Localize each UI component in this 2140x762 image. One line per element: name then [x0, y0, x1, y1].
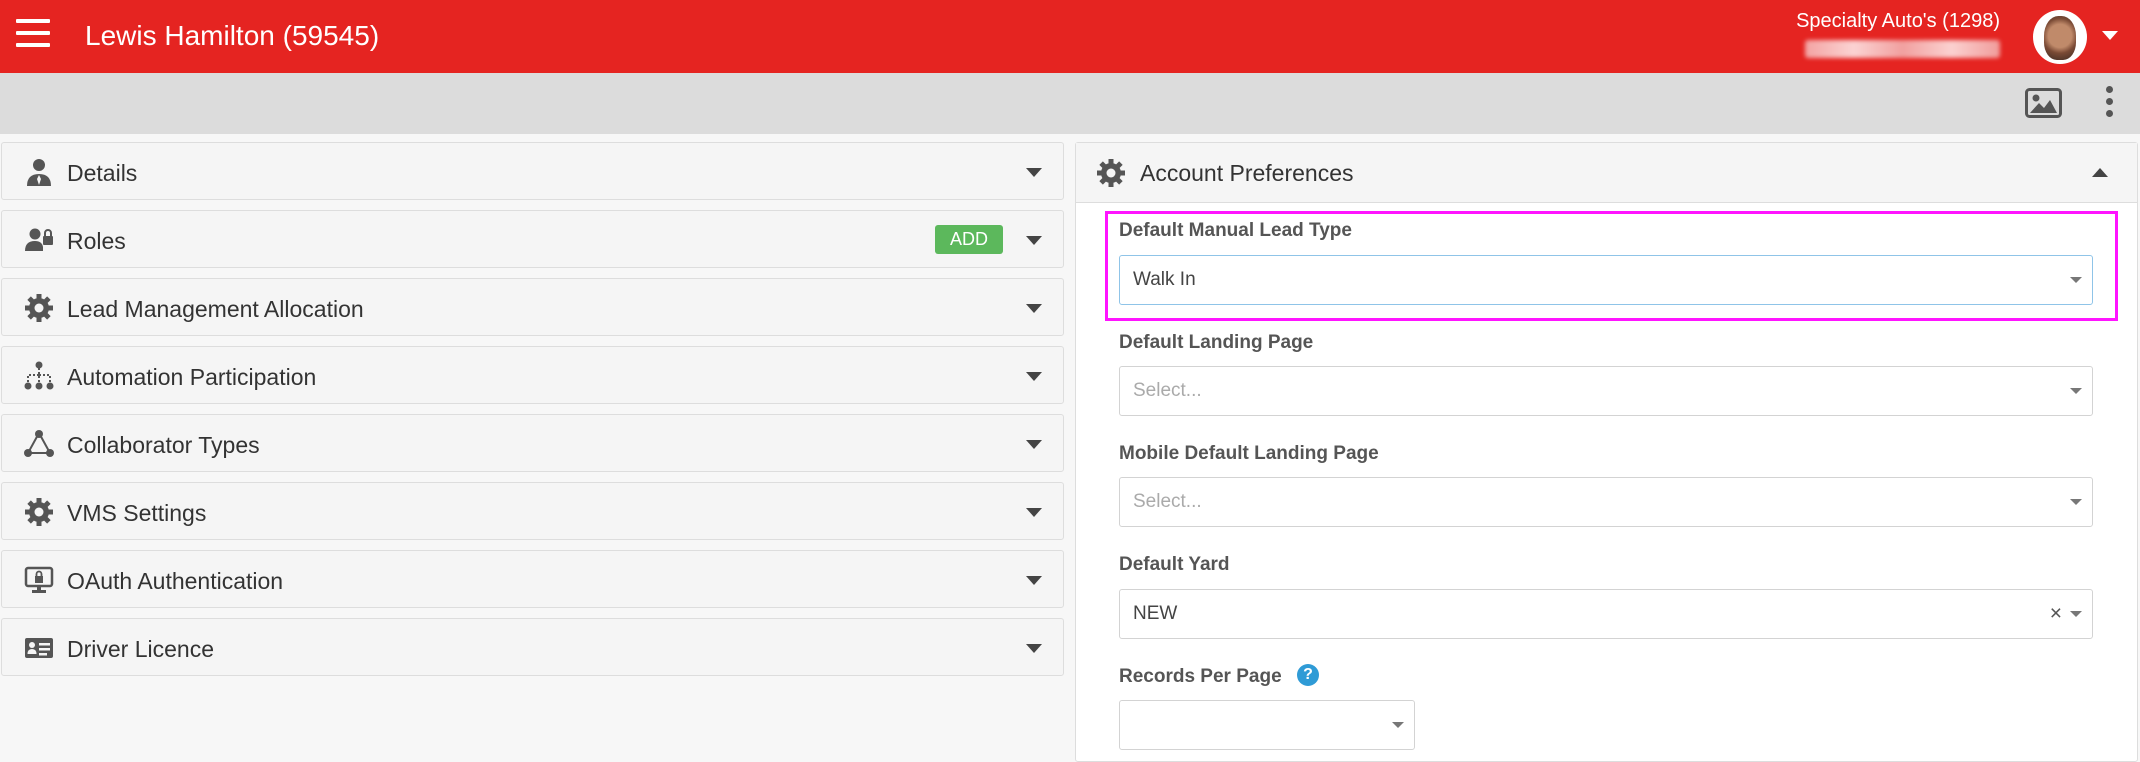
panel-title: Account Preferences	[1140, 160, 1354, 186]
dropdown-caret-icon	[2070, 388, 2082, 394]
panel-label: Roles	[67, 228, 126, 254]
user-lock-icon	[25, 228, 53, 251]
gear-icon	[1097, 159, 1125, 187]
avatar[interactable]	[2033, 10, 2087, 64]
menu-icon[interactable]	[16, 19, 50, 51]
more-vertical-icon[interactable]	[2102, 86, 2116, 120]
panel-label: OAuth Authentication	[67, 568, 284, 594]
records-per-page-select[interactable]	[1119, 700, 1415, 750]
field-label: Records Per Page	[1119, 666, 1282, 687]
chevron-down-icon[interactable]	[1026, 644, 1042, 653]
default-yard-select[interactable]: NEW ×	[1119, 589, 2093, 639]
chevron-down-icon[interactable]	[2102, 31, 2118, 40]
field-label: Default Landing Page	[1119, 332, 1314, 353]
field-label: Default Yard	[1119, 554, 1230, 575]
select-placeholder: Select...	[1133, 380, 1202, 401]
panel-collaborator-types[interactable]: Collaborator Types	[1, 414, 1064, 472]
panel-label: Details	[67, 160, 138, 186]
page-title: Lewis Hamilton (59545)	[85, 20, 380, 51]
toolbar	[0, 73, 2140, 134]
panel-label: Driver Licence	[67, 636, 214, 662]
chevron-down-icon[interactable]	[1026, 168, 1042, 177]
id-card-icon	[25, 638, 53, 658]
panel-oauth-authentication[interactable]: OAuth Authentication	[1, 550, 1064, 608]
clear-icon[interactable]: ×	[2050, 602, 2062, 626]
panel-label: Automation Participation	[67, 364, 317, 390]
dropdown-caret-icon	[2070, 611, 2082, 617]
chevron-down-icon[interactable]	[1026, 236, 1042, 245]
chevron-down-icon[interactable]	[1026, 576, 1042, 585]
gear-icon	[25, 498, 53, 526]
panel-label: Lead Management Allocation	[67, 296, 364, 322]
field-label: Mobile Default Landing Page	[1119, 443, 1379, 464]
monitor-lock-icon	[24, 566, 54, 593]
panel-driver-licence[interactable]: Driver Licence	[1, 618, 1064, 676]
default-manual-lead-type-select[interactable]: Walk In	[1119, 255, 2093, 305]
collab-triangle-icon	[24, 430, 54, 457]
panel-automation-participation[interactable]: Automation Participation	[1, 346, 1064, 404]
panel-vms-settings[interactable]: VMS Settings	[1, 482, 1064, 540]
chevron-down-icon[interactable]	[1026, 440, 1042, 449]
select-value: Walk In	[1133, 269, 1196, 290]
mobile-default-landing-page-select[interactable]: Select...	[1119, 477, 2093, 527]
blurred-user-name	[1805, 40, 2000, 58]
select-placeholder: Select...	[1133, 491, 1202, 512]
field-label: Default Manual Lead Type	[1119, 220, 1352, 241]
user-tie-icon	[27, 159, 51, 186]
panel-label: Collaborator Types	[67, 432, 260, 458]
company-name: Specialty Auto's (1298)	[1796, 10, 2000, 32]
chevron-down-icon[interactable]	[1026, 304, 1042, 313]
dropdown-caret-icon	[2070, 499, 2082, 505]
account-preferences-header[interactable]: Account Preferences	[1076, 143, 2137, 203]
select-value: NEW	[1133, 603, 1178, 624]
sitemap-icon	[24, 361, 54, 390]
image-icon[interactable]	[2025, 88, 2062, 118]
chevron-up-icon[interactable]	[2092, 168, 2108, 177]
panel-label: VMS Settings	[67, 500, 207, 526]
top-bar: Lewis Hamilton (59545) Specialty Auto's …	[0, 0, 2140, 73]
default-landing-page-select[interactable]: Select...	[1119, 366, 2093, 416]
panel-details[interactable]: Details	[1, 142, 1064, 200]
help-icon[interactable]: ?	[1297, 664, 1319, 686]
gear-icon	[25, 294, 53, 322]
dropdown-caret-icon	[2070, 277, 2082, 283]
add-role-button[interactable]: ADD	[935, 225, 1003, 254]
chevron-down-icon[interactable]	[1026, 372, 1042, 381]
chevron-down-icon[interactable]	[1026, 508, 1042, 517]
dropdown-caret-icon	[1392, 722, 1404, 728]
panel-lead-management-allocation[interactable]: Lead Management Allocation	[1, 278, 1064, 336]
panel-roles[interactable]: Roles ADD	[1, 210, 1064, 268]
